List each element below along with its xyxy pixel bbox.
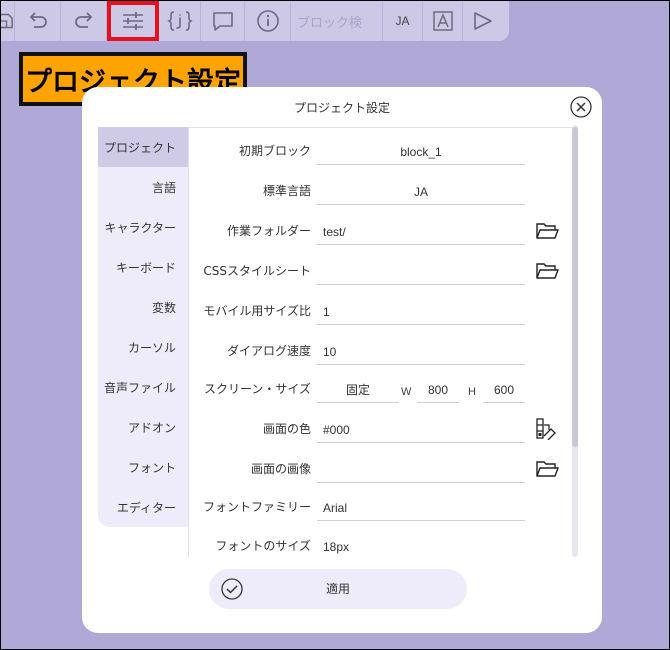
row-work-folder: 作業フォルダー test/ xyxy=(189,211,569,251)
nav-item-editor[interactable]: エディター xyxy=(98,487,188,527)
row-screen-size: スクリーン・サイズ 固定 W 800 H 600 xyxy=(189,369,569,409)
nav-item-character[interactable]: キャラクター xyxy=(98,207,188,247)
language-label: JA xyxy=(395,14,410,28)
row-css: CSSスタイルシート xyxy=(189,251,569,291)
screen-width-field[interactable]: 800 xyxy=(417,377,459,403)
redo-icon[interactable] xyxy=(61,1,107,41)
css-field[interactable] xyxy=(317,259,525,285)
dialog-speed-field[interactable]: 10 xyxy=(317,339,525,365)
block-search-input[interactable]: ブロック検 xyxy=(291,1,383,41)
default-lang-field[interactable]: JA xyxy=(317,179,525,205)
apply-button[interactable]: 適用 xyxy=(209,569,467,609)
font-size-field[interactable]: 18px xyxy=(317,534,525,557)
nav-item-language[interactable]: 言語 xyxy=(98,167,188,207)
screen-image-field[interactable] xyxy=(317,457,525,483)
row-font-family: フォントファミリー Arial xyxy=(189,487,569,527)
folder-icon[interactable] xyxy=(535,458,559,480)
dialog-speed-label: ダイアログ速度 xyxy=(226,344,311,358)
nav-item-keyboard[interactable]: キーボード xyxy=(98,247,188,287)
translate-icon[interactable] xyxy=(423,1,463,41)
work-folder-label: 作業フォルダー xyxy=(226,224,311,238)
settings-content: 初期ブロック block_1 標準言語 JA 作業フォルダー test/ CSS… xyxy=(189,127,569,557)
undo-icon[interactable] xyxy=(15,1,61,41)
toolbar: ブロック検 JA xyxy=(1,1,509,41)
block-search-placeholder: ブロック検 xyxy=(297,15,363,31)
row-dialog-speed: ダイアログ速度 10 xyxy=(189,331,569,371)
nav-item-fonts[interactable]: フォント xyxy=(98,447,188,487)
comment-icon[interactable] xyxy=(201,1,245,41)
project-settings-dialog: プロジェクト設定 プロジェクト 言語 キャラクター キーボード 変数 カーソル … xyxy=(82,87,602,633)
close-icon xyxy=(570,96,592,118)
height-label: H xyxy=(468,386,476,398)
initial-block-label: 初期ブロック xyxy=(238,144,311,158)
play-icon[interactable] xyxy=(463,1,503,41)
row-mobile-ratio: モバイル用サイズ比 1 xyxy=(189,291,569,331)
row-screen-color: 画面の色 #000 xyxy=(189,409,569,449)
nav-item-audio-files[interactable]: 音声ファイル xyxy=(98,367,188,407)
nav-item-addons[interactable]: アドオン xyxy=(98,407,188,447)
variables-icon[interactable] xyxy=(159,1,201,41)
language-button[interactable]: JA xyxy=(383,1,423,41)
save-icon[interactable] xyxy=(1,1,15,41)
close-button[interactable] xyxy=(570,96,592,118)
font-size-label: フォントのサイズ xyxy=(215,539,311,553)
folder-icon[interactable] xyxy=(535,260,559,282)
screen-size-mode-select[interactable]: 固定 xyxy=(317,377,399,403)
info-icon[interactable] xyxy=(245,1,291,41)
initial-block-field[interactable]: block_1 xyxy=(317,139,525,165)
scrollbar-thumb[interactable] xyxy=(572,127,578,447)
screen-color-field[interactable]: #000 xyxy=(317,417,525,443)
dialog-title: プロジェクト設定 xyxy=(293,101,390,115)
mobile-ratio-field[interactable]: 1 xyxy=(317,299,525,325)
work-folder-field[interactable]: test/ xyxy=(317,219,525,245)
width-label: W xyxy=(401,386,412,398)
mobile-ratio-label: モバイル用サイズ比 xyxy=(203,304,311,318)
row-initial-block: 初期ブロック block_1 xyxy=(189,131,569,171)
font-family-field[interactable]: Arial xyxy=(317,495,525,521)
nav-item-variables[interactable]: 変数 xyxy=(98,287,188,327)
content-scrollbar[interactable] xyxy=(572,125,578,557)
nav-item-project[interactable]: プロジェクト xyxy=(98,127,188,167)
screen-height-field[interactable]: 600 xyxy=(483,377,525,403)
css-label: CSSスタイルシート xyxy=(203,264,311,278)
screen-color-label: 画面の色 xyxy=(262,422,311,436)
default-lang-label: 標準言語 xyxy=(262,184,311,198)
screen-image-label: 画面の画像 xyxy=(250,462,311,476)
screen-size-label: スクリーン・サイズ xyxy=(203,382,311,396)
apply-label: 適用 xyxy=(325,582,350,596)
font-family-label: フォントファミリー xyxy=(202,500,311,514)
row-font-size: フォントのサイズ 18px xyxy=(189,526,569,557)
color-palette-icon[interactable] xyxy=(535,418,559,441)
settings-sidenav: プロジェクト 言語 キャラクター キーボード 変数 カーソル 音声ファイル アド… xyxy=(98,127,188,527)
row-screen-image: 画面の画像 xyxy=(189,449,569,489)
settings-sliders-icon[interactable] xyxy=(107,1,159,41)
folder-icon[interactable] xyxy=(535,220,559,242)
row-default-lang: 標準言語 JA xyxy=(189,171,569,211)
nav-item-cursor[interactable]: カーソル xyxy=(98,327,188,367)
